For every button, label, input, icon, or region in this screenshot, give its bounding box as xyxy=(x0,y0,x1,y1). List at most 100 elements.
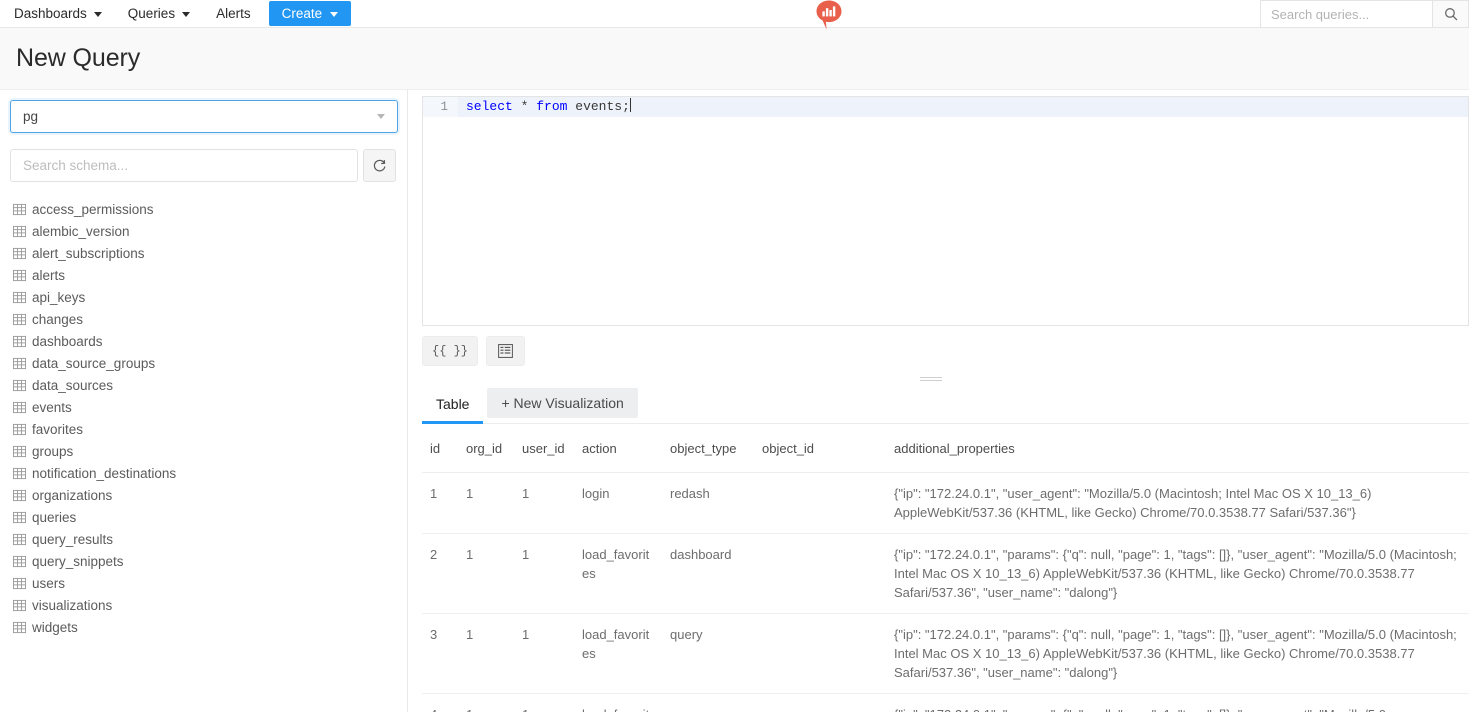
cell-user_id: 1 xyxy=(514,472,574,534)
schema-table-item[interactable]: data_sources xyxy=(10,374,397,396)
schema-table-label: alerts xyxy=(32,267,66,283)
schema-table-label: events xyxy=(32,399,72,415)
sql-token: events; xyxy=(575,99,630,114)
schema-table-item[interactable]: favorites xyxy=(10,418,397,440)
schema-table-item[interactable]: widgets xyxy=(10,616,397,638)
table-icon xyxy=(13,357,26,370)
schema-table-item[interactable]: organizations xyxy=(10,484,397,506)
sql-editor[interactable]: 1 select * from events; xyxy=(422,96,1469,326)
schema-search-row xyxy=(10,149,397,182)
chevron-down-icon xyxy=(330,11,339,17)
tab-table[interactable]: Table xyxy=(422,386,484,424)
top-navigation-bar: Dashboards Queries Alerts Create xyxy=(0,0,1469,30)
sql-code-text: select * from events; xyxy=(458,97,1468,117)
schema-table-label: favorites xyxy=(32,421,84,437)
table-icon xyxy=(13,489,26,502)
column-header-object_id[interactable]: object_id xyxy=(754,424,886,473)
sql-token: from xyxy=(536,99,568,114)
table-icon xyxy=(13,621,26,634)
sql-editor-line: 1 select * from events; xyxy=(423,97,1468,117)
schema-table-label: data_sources xyxy=(32,377,114,393)
nav-item-dashboards[interactable]: Dashboards xyxy=(14,0,114,28)
cell-user_id: 1 xyxy=(514,533,574,614)
search-schema-input[interactable] xyxy=(10,149,358,182)
search-icon xyxy=(1444,8,1457,21)
cell-object_type: redash xyxy=(662,472,754,534)
panel-resize-handle[interactable] xyxy=(400,375,1461,383)
add-parameter-button[interactable]: {{ }} xyxy=(422,336,479,366)
schema-table-item[interactable]: visualizations xyxy=(10,594,397,616)
schema-table-item[interactable]: events xyxy=(10,396,397,418)
nav-item-label: Dashboards xyxy=(14,6,87,21)
schema-table-item[interactable]: users xyxy=(10,572,397,594)
schema-table-item[interactable]: alembic_version xyxy=(10,220,397,242)
redash-logo-icon[interactable] xyxy=(812,0,846,32)
table-row: 3 1 1 load_favorites query {"ip": "172.24.0.1… xyxy=(422,613,1469,694)
schema-table-label: api_keys xyxy=(32,289,86,305)
schema-table-item[interactable]: access_permissions xyxy=(10,198,397,220)
table-row: 1 1 1 login redash {"ip": "172.24.0.1", "user… xyxy=(422,472,1469,534)
schema-table-item[interactable]: notification_destinations xyxy=(10,462,397,484)
cell-user_id: 1 xyxy=(514,693,574,712)
refresh-icon xyxy=(373,159,386,172)
schema-table-item[interactable]: alerts xyxy=(10,264,397,286)
schema-table-item[interactable]: groups xyxy=(10,440,397,462)
schema-table-item[interactable]: dashboards xyxy=(10,330,397,352)
cell-org_id: 1 xyxy=(458,613,514,694)
cell-id: 1 xyxy=(422,472,458,534)
results-table-head: id org_id user_id action object_type object_i… xyxy=(422,424,1469,473)
nav-search-group xyxy=(1260,0,1469,28)
chevron-down-icon xyxy=(93,11,102,17)
chevron-down-icon xyxy=(377,114,385,119)
cell-id: 3 xyxy=(422,613,458,694)
nav-item-queries[interactable]: Queries xyxy=(128,0,202,28)
search-queries-input[interactable] xyxy=(1260,0,1432,28)
schema-table-item[interactable]: query_snippets xyxy=(10,550,397,572)
visualization-tabs: Table + New Visualization xyxy=(422,383,1469,424)
cell-object_id xyxy=(754,472,886,534)
schema-table-item[interactable]: alert_subscriptions xyxy=(10,242,397,264)
results-table-container[interactable]: id org_id user_id action object_type object_i… xyxy=(422,424,1469,712)
column-header-additional_properties[interactable]: additional_properties xyxy=(886,424,1469,473)
text-cursor xyxy=(629,98,631,112)
results-table: id org_id user_id action object_type object_i… xyxy=(422,424,1469,712)
column-header-user_id[interactable]: user_id xyxy=(514,424,574,473)
column-header-id[interactable]: id xyxy=(422,424,458,473)
refresh-schema-button[interactable] xyxy=(363,149,396,182)
schema-table-item[interactable]: queries xyxy=(10,506,397,528)
format-query-button[interactable] xyxy=(486,336,526,366)
column-header-object_type[interactable]: object_type xyxy=(662,424,754,473)
schema-table-item[interactable]: data_source_groups xyxy=(10,352,397,374)
schema-table-label: query_snippets xyxy=(32,553,124,569)
column-header-action[interactable]: action xyxy=(574,424,662,473)
cell-object_id xyxy=(754,693,886,712)
table-icon xyxy=(13,335,26,348)
table-icon xyxy=(13,423,26,436)
nav-item-alerts[interactable]: Alerts xyxy=(216,0,263,28)
data-source-select[interactable]: pg xyxy=(10,100,398,133)
create-button[interactable]: Create xyxy=(268,1,352,26)
cell-action: load_favorites xyxy=(574,533,662,614)
line-number: 1 xyxy=(423,97,458,117)
create-button-label: Create xyxy=(281,6,323,21)
schema-table-label: queries xyxy=(32,509,77,525)
table-icon xyxy=(13,599,26,612)
schema-table-label: changes xyxy=(32,311,84,327)
schema-table-item[interactable]: changes xyxy=(10,308,397,330)
column-header-org_id[interactable]: org_id xyxy=(458,424,514,473)
query-main-panel: 1 select * from events; {{ }} Table + Ne… xyxy=(408,90,1469,712)
nav-left-group: Dashboards Queries Alerts Create xyxy=(0,0,352,28)
tab-new-visualization[interactable]: + New Visualization xyxy=(487,388,638,418)
schema-sidebar: pg access_permissions alembic_versionaler… xyxy=(0,90,408,712)
schema-table-label: data_source_groups xyxy=(32,355,156,371)
table-icon xyxy=(13,467,26,480)
schema-table-item[interactable]: api_keys xyxy=(10,286,397,308)
table-icon xyxy=(13,445,26,458)
cell-additional_properties: {"ip": "172.24.0.1", "params": {"q": nul… xyxy=(886,533,1469,614)
search-button[interactable] xyxy=(1432,0,1469,28)
format-query-icon xyxy=(498,344,513,358)
cell-org_id: 1 xyxy=(458,693,514,712)
schema-table-item[interactable]: query_results xyxy=(10,528,397,550)
cell-user_id: 1 xyxy=(514,613,574,694)
